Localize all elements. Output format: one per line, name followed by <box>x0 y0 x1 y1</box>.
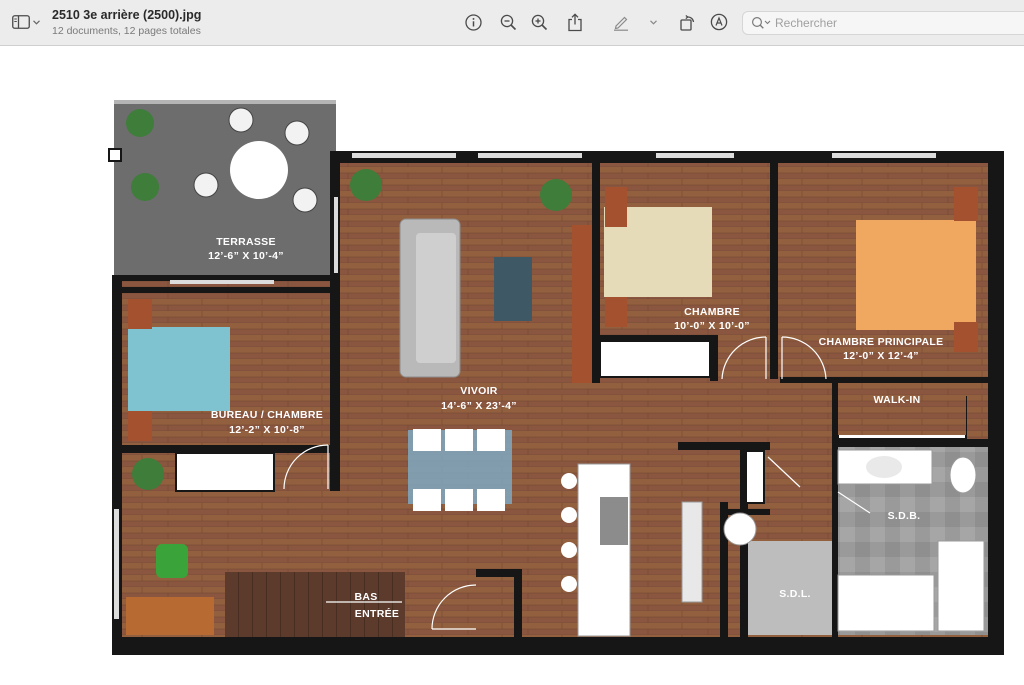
room-dims-chambre: 10’-0” X 10’-0” <box>674 320 750 332</box>
search-input[interactable] <box>775 16 1005 30</box>
document-subtitle: 12 documents, 12 pages totales <box>52 25 201 37</box>
sidebar-toggle-button[interactable] <box>10 11 42 33</box>
room-dims-bureau-chambre: 12’-2” X 10’-8” <box>229 424 305 436</box>
room-name-bureau-chambre: BUREAU / CHAMBRE <box>211 409 323 421</box>
toolbar: 2510 3e arrière (2500).jpg 12 documents,… <box>0 0 1024 46</box>
chevron-down-icon <box>33 19 40 25</box>
document-view[interactable]: TERRASSE 12’-6” X 10’-4” CHAMBRE 10’-0” … <box>0 47 1024 685</box>
markup-pen-icon <box>612 13 630 31</box>
zoom-in-button[interactable] <box>528 11 550 33</box>
room-name-vivoir: VIVOIR <box>460 385 498 397</box>
share-icon <box>567 12 583 32</box>
zoom-out-button[interactable] <box>497 11 519 33</box>
room-name-terrasse: TERRASSE <box>216 236 276 248</box>
document-title: 2510 3e arrière (2500).jpg <box>52 8 202 22</box>
zoom-in-icon <box>531 14 548 31</box>
rotate-button[interactable] <box>676 11 698 33</box>
info-icon <box>464 13 482 31</box>
rotate-icon <box>679 14 696 31</box>
floor-plan-image: TERRASSE 12’-6” X 10’-4” CHAMBRE 10’-0” … <box>108 100 1004 655</box>
markup-button[interactable] <box>610 11 632 33</box>
room-dims-vivoir: 14’-6” X 23’-4” <box>441 400 517 412</box>
room-dims-chambre-principale: 12’-0” X 12’-4” <box>843 350 919 362</box>
share-button[interactable] <box>564 11 586 33</box>
sidebar-icon <box>12 15 30 29</box>
markup-circle-icon <box>710 13 728 31</box>
info-button[interactable] <box>462 11 484 33</box>
room-name-bas: BAS <box>354 591 377 603</box>
room-name-chambre-principale: CHAMBRE PRINCIPALE <box>819 336 944 348</box>
room-name-sdb: S.D.B. <box>888 510 921 522</box>
room-dims-terrasse: 12’-6” X 10’-4” <box>208 250 284 262</box>
room-name-entree: ENTRÉE <box>355 607 399 620</box>
search-field[interactable] <box>742 11 1024 35</box>
room-name-chambre: CHAMBRE <box>684 306 740 318</box>
room-name-sdl: S.D.L. <box>779 588 811 600</box>
annotate-button[interactable] <box>708 11 730 33</box>
room-name-walk-in: WALK-IN <box>873 394 920 406</box>
chevron-down-icon <box>649 19 657 25</box>
markup-menu-button[interactable] <box>646 11 660 33</box>
zoom-out-icon <box>500 14 517 31</box>
staircase <box>225 572 405 638</box>
search-icon <box>751 16 771 30</box>
